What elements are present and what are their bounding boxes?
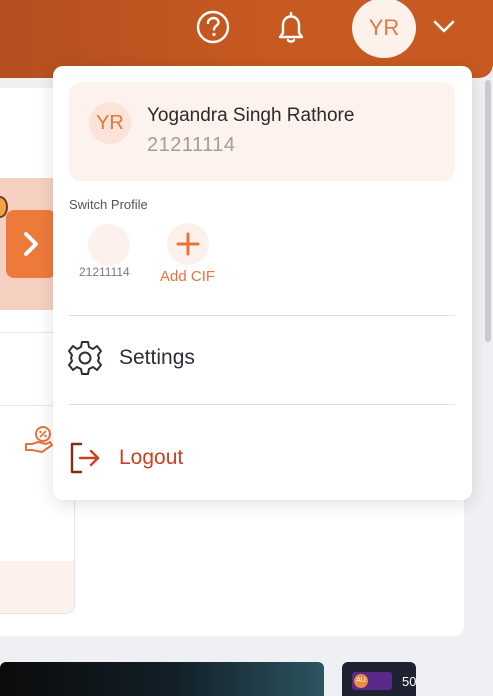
profile-option-avatar[interactable]: [88, 224, 130, 266]
logout-label: Logout: [119, 446, 184, 469]
loan-hand-icon[interactable]: [24, 424, 56, 456]
chevron-down-icon: [433, 20, 455, 33]
settings-label: Settings: [119, 346, 195, 369]
user-cif: 21211114: [147, 134, 236, 156]
notifications-button[interactable]: [270, 6, 312, 48]
au-logo: AU: [352, 672, 392, 690]
promo-next-button[interactable]: [6, 210, 56, 278]
help-button[interactable]: [192, 6, 234, 48]
user-avatar-button[interactable]: YR: [352, 0, 416, 58]
menu-divider: [69, 404, 455, 405]
logout-menu-item[interactable]: Logout: [65, 432, 457, 484]
switch-profile-label: Switch Profile: [69, 197, 148, 212]
menu-divider: [69, 315, 455, 316]
bottom-promo-tile[interactable]: AU 50: [342, 662, 416, 696]
gear-icon: [65, 338, 105, 378]
user-avatar: YR: [89, 102, 131, 144]
profile-option-cif[interactable]: 21211114: [79, 265, 130, 279]
current-user-card: YR Yogandra Singh Rathore 21211114: [69, 82, 455, 181]
tile-text: 50: [402, 674, 416, 689]
card-footer: [0, 561, 74, 613]
bell-icon: [278, 11, 304, 43]
au-logo-mark: AU: [354, 674, 368, 688]
logout-icon: [65, 438, 105, 478]
scrollbar[interactable]: [485, 80, 491, 342]
add-cif-button[interactable]: [167, 223, 209, 265]
plus-icon: [176, 232, 200, 256]
add-cif-label[interactable]: Add CIF: [160, 268, 215, 285]
profile-dropdown-toggle[interactable]: [428, 10, 460, 42]
bottom-promo-banner[interactable]: [0, 662, 324, 696]
chevron-right-icon: [24, 232, 38, 256]
question-circle-icon: [196, 10, 230, 44]
settings-menu-item[interactable]: Settings: [65, 332, 457, 384]
profile-dropdown-menu: YR Yogandra Singh Rathore 21211114 Switc…: [53, 66, 472, 500]
user-name: Yogandra Singh Rathore: [147, 105, 355, 126]
